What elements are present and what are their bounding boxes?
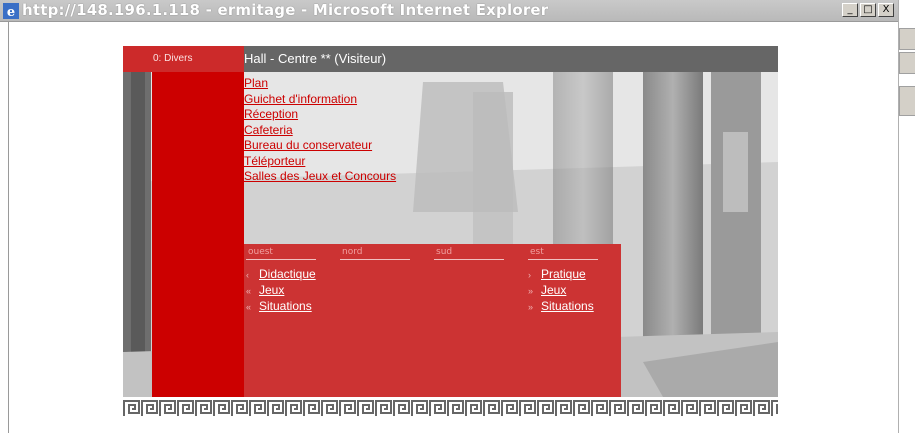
double-arrow-left-icon: « — [246, 302, 252, 312]
ouest-list: ‹ Didactique « Jeux « Situations — [246, 267, 316, 315]
link-didactique[interactable]: Didactique — [259, 267, 316, 281]
divider — [340, 259, 410, 260]
sidebar-red-column — [152, 72, 244, 397]
link-salles-jeux[interactable]: Salles des Jeux et Concours — [244, 169, 396, 185]
nav-heading-nord: nord — [342, 247, 363, 257]
close-button[interactable]: X — [878, 3, 894, 17]
link-guichet[interactable]: Guichet d'information — [244, 92, 396, 108]
link-jeux-ouest[interactable]: Jeux — [259, 283, 284, 297]
list-item: » Situations — [528, 299, 594, 315]
link-cafeteria[interactable]: Cafeteria — [244, 123, 396, 139]
window-title: http://148.196.1.118 - ermitage - Micros… — [22, 1, 549, 19]
link-situations-est[interactable]: Situations — [541, 299, 594, 313]
link-pratique[interactable]: Pratique — [541, 267, 586, 281]
nav-heading-ouest: ouest — [248, 247, 273, 257]
minimize-button[interactable]: _ — [842, 3, 858, 17]
location-title: Hall - Centre ** (Visiteur) — [244, 51, 387, 66]
double-arrow-right-icon: » — [528, 286, 534, 296]
maximize-button[interactable]: □ — [860, 3, 876, 17]
link-plan[interactable]: Plan — [244, 76, 396, 92]
list-item: ‹ Didactique — [246, 267, 316, 283]
link-situations-ouest[interactable]: Situations — [259, 299, 312, 313]
list-item: « Jeux — [246, 283, 316, 299]
list-item: › Pratique — [528, 267, 594, 283]
adjacent-button[interactable] — [899, 28, 915, 50]
adjacent-panel — [899, 86, 915, 116]
arrow-right-icon: › — [528, 270, 531, 280]
double-arrow-right-icon: » — [528, 302, 534, 312]
divider — [528, 259, 598, 260]
svg-text:e: e — [7, 5, 15, 19]
nav-heading-est: est — [530, 247, 544, 257]
adjacent-button[interactable] — [899, 52, 915, 74]
section-label: 0: Divers — [153, 53, 193, 64]
section-tab[interactable]: 0: Divers — [123, 46, 244, 72]
link-reception[interactable]: Réception — [244, 107, 396, 123]
arrow-left-icon: ‹ — [246, 270, 249, 280]
internet-explorer-icon: e — [3, 3, 19, 19]
list-item: » Jeux — [528, 283, 594, 299]
room-links: Plan Guichet d'information Réception Caf… — [244, 76, 396, 185]
link-teleporteur[interactable]: Téléporteur — [244, 154, 396, 170]
adjacent-window-edge — [898, 0, 915, 433]
window-title-bar[interactable]: e http://148.196.1.118 - ermitage - Micr… — [0, 0, 898, 22]
link-bureau[interactable]: Bureau du conservateur — [244, 138, 396, 154]
nav-heading-sud: sud — [436, 247, 453, 257]
divider — [434, 259, 504, 260]
museum-page: 0: Divers Hall - Centre ** (Visiteur) Pl… — [123, 46, 778, 419]
est-list: › Pratique » Jeux » Situations — [528, 267, 594, 315]
direction-nav-panel: ouest nord sud est ‹ Didactique « Jeux « Si… — [244, 244, 621, 397]
divider — [246, 259, 316, 260]
link-jeux-est[interactable]: Jeux — [541, 283, 566, 297]
greek-key-border — [123, 399, 778, 417]
list-item: « Situations — [246, 299, 316, 315]
header-bar: 0: Divers Hall - Centre ** (Visiteur) — [123, 46, 778, 72]
double-arrow-left-icon: « — [246, 286, 252, 296]
